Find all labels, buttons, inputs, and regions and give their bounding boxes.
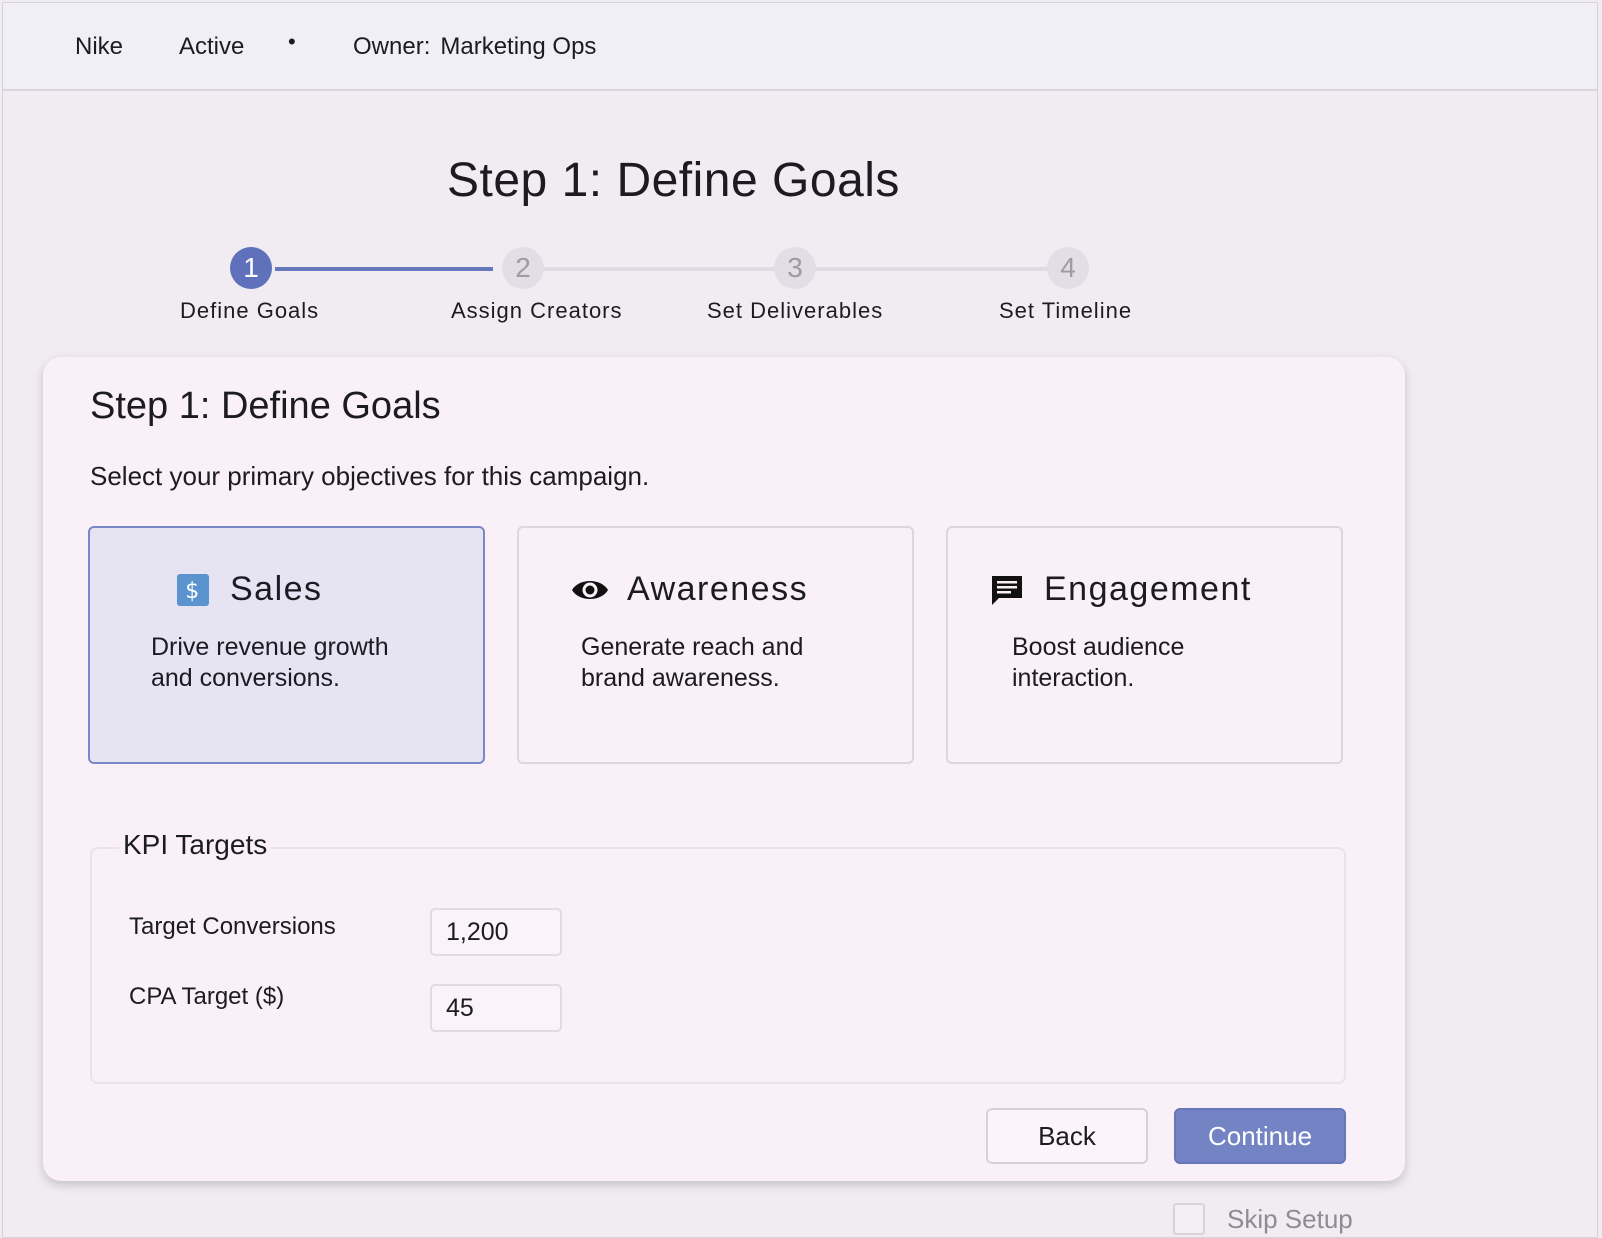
chat-icon — [988, 571, 1026, 609]
dollar-icon: $ — [174, 571, 212, 609]
eye-icon — [571, 571, 609, 609]
kpi-targets-legend: KPI Targets — [119, 829, 272, 861]
goal-engagement-description-line1: Boost audience — [1012, 633, 1185, 661]
page-title: Step 1: Define Goals — [447, 154, 900, 207]
svg-text:$: $ — [185, 579, 201, 604]
step-2-label: Assign Creators — [451, 298, 623, 323]
stepper-connector-2 — [543, 267, 778, 271]
step-3-label: Set Deliverables — [707, 298, 884, 323]
step-1-indicator[interactable]: 1 — [230, 247, 272, 289]
skip-setup-label: Skip Setup — [1227, 1203, 1353, 1234]
stepper-connector-3 — [815, 267, 1050, 271]
goal-awareness-description-line2: brand awareness. — [581, 664, 780, 692]
cpa-target-input[interactable] — [430, 984, 562, 1032]
goal-sales-title: Sales — [230, 570, 323, 608]
card-subtitle: Select your primary objectives for this … — [90, 461, 650, 491]
goal-sales-description-line2: and conversions. — [151, 664, 341, 692]
brand-name: Nike — [75, 33, 124, 60]
header-separator: • — [288, 29, 296, 54]
goal-engagement-title: Engagement — [1044, 570, 1252, 608]
goal-awareness-heading: Awareness — [571, 570, 808, 609]
campaign-status: Active — [179, 33, 245, 60]
step-1-label: Define Goals — [180, 298, 320, 323]
kpi-targets-group — [90, 847, 1346, 1084]
cpa-target-label: CPA Target ($) — [129, 983, 285, 1010]
owner-value: Marketing Ops — [440, 33, 597, 60]
goal-awareness-description-line1: Generate reach and — [581, 633, 804, 661]
skip-setup-checkbox[interactable] — [1173, 1203, 1205, 1235]
goal-engagement-description-line2: interaction. — [1012, 664, 1135, 692]
goal-engagement-heading: Engagement — [988, 570, 1252, 609]
goal-option-sales[interactable]: $ Sales Drive revenue growth and convers… — [88, 526, 485, 764]
define-goals-card: Step 1: Define Goals Select your primary… — [43, 357, 1405, 1181]
skip-setup-option[interactable]: Skip Setup — [1173, 1203, 1353, 1235]
continue-button[interactable]: Continue — [1174, 1108, 1346, 1164]
campaign-owner: Owner: Marketing Ops — [353, 33, 596, 61]
goal-sales-heading: $ Sales — [174, 570, 323, 609]
setup-stepper: 1 2 3 4 Define Goals Assign Creators Set… — [3, 243, 1303, 333]
target-conversions-label: Target Conversions — [129, 913, 336, 940]
campaign-header-bar: Nike Active • Owner: Marketing Ops — [3, 3, 1597, 91]
goal-option-engagement[interactable]: Engagement Boost audience interaction. — [946, 526, 1343, 764]
goal-awareness-description: Generate reach and brand awareness. — [581, 632, 881, 694]
goal-sales-description-line1: Drive revenue growth — [151, 633, 389, 661]
step-2-indicator[interactable]: 2 — [502, 247, 544, 289]
step-4-indicator[interactable]: 4 — [1047, 247, 1089, 289]
goal-engagement-description: Boost audience interaction. — [1012, 632, 1312, 694]
goal-awareness-title: Awareness — [627, 570, 809, 608]
back-button[interactable]: Back — [986, 1108, 1148, 1164]
goal-sales-description: Drive revenue growth and conversions. — [151, 632, 451, 694]
target-conversions-input[interactable] — [430, 908, 562, 956]
step-4-label: Set Timeline — [999, 298, 1133, 323]
stepper-connector-1 — [275, 267, 493, 271]
app-window: Nike Active • Owner: Marketing Ops Step 1… — [2, 2, 1598, 1238]
card-title: Step 1: Define Goals — [90, 385, 441, 427]
step-3-indicator[interactable]: 3 — [774, 247, 816, 289]
owner-label: Owner: — [353, 33, 431, 60]
goal-option-awareness[interactable]: Awareness Generate reach and brand aware… — [517, 526, 914, 764]
